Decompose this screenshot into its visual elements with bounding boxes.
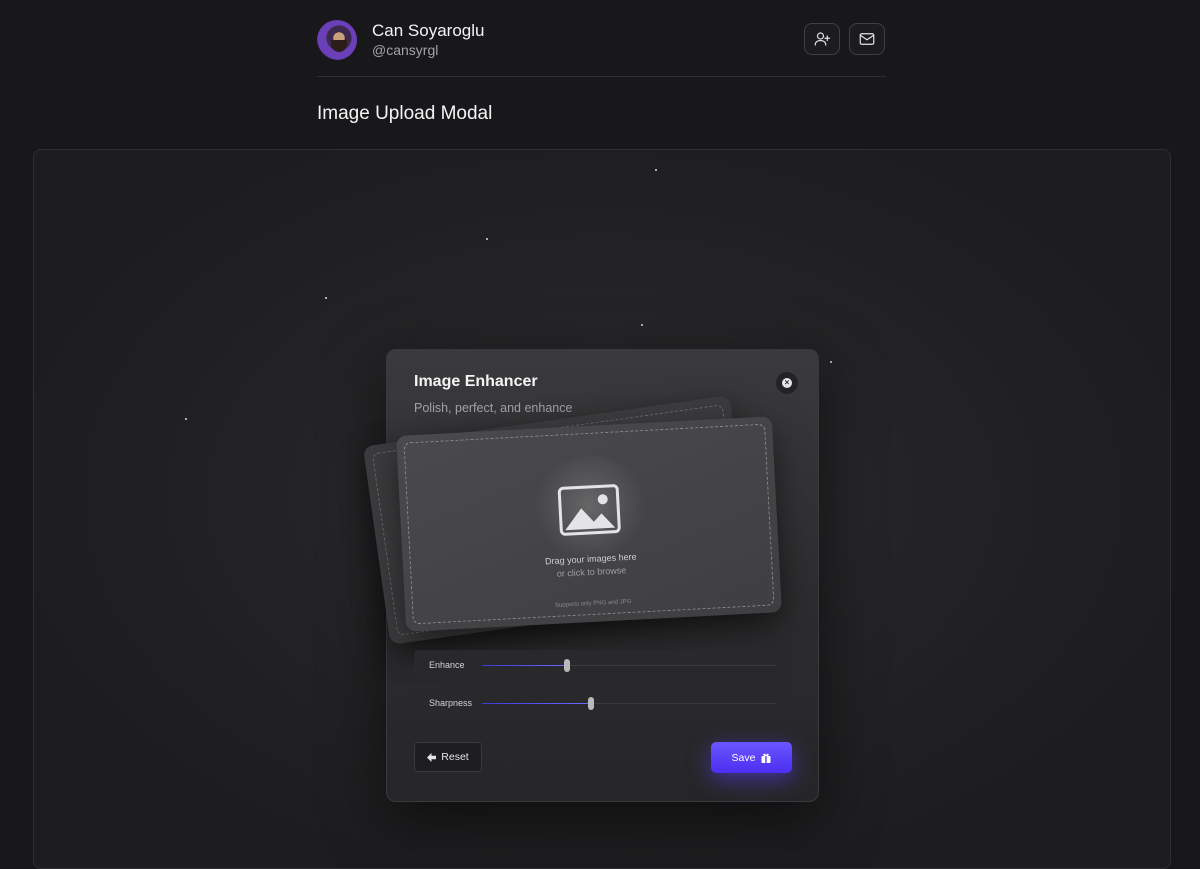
follow-button[interactable] — [804, 23, 840, 55]
star — [830, 361, 832, 363]
gift-icon — [761, 753, 771, 763]
author-header: Can Soyaroglu @cansyrgl — [317, 20, 886, 77]
reset-button[interactable]: Reset — [414, 742, 482, 772]
message-button[interactable] — [849, 23, 885, 55]
preview-stage: Image Enhancer Polish, perfect, and enha… — [33, 149, 1171, 869]
slider-fill — [482, 703, 591, 704]
slider-label: Enhance — [429, 660, 465, 670]
save-button[interactable]: Save — [711, 742, 792, 773]
author-name[interactable]: Can Soyaroglu — [372, 21, 484, 41]
sharpness-slider-row: Sharpness — [414, 688, 792, 719]
avatar[interactable] — [317, 20, 357, 60]
author-handle[interactable]: @cansyrgl — [372, 42, 438, 58]
mail-icon — [859, 33, 875, 45]
image-enhancer-modal: Image Enhancer Polish, perfect, and enha… — [362, 349, 819, 802]
close-circle-icon: × — [782, 378, 792, 388]
close-button[interactable]: × — [776, 372, 798, 394]
star — [486, 238, 488, 240]
sharpness-slider[interactable] — [482, 697, 776, 710]
slider-label: Sharpness — [429, 698, 473, 708]
star — [655, 169, 657, 171]
star — [641, 324, 643, 326]
dropzone[interactable]: Drag your images here or click to browse… — [396, 416, 782, 632]
arrow-left-icon — [427, 752, 437, 762]
reset-label: Reset — [441, 751, 469, 763]
slider-thumb[interactable] — [587, 697, 594, 710]
image-icon — [557, 484, 621, 536]
enhance-slider-row: Enhance — [414, 650, 792, 681]
modal-subtitle: Polish, perfect, and enhance — [414, 401, 573, 415]
slider-fill — [482, 665, 568, 666]
star — [185, 418, 187, 420]
star — [325, 297, 327, 299]
enhance-slider[interactable] — [482, 659, 776, 672]
save-label: Save — [731, 751, 756, 764]
slider-thumb[interactable] — [564, 659, 571, 672]
user-plus-icon — [814, 32, 831, 46]
page-title: Image Upload Modal — [317, 103, 493, 124]
modal-title: Image Enhancer — [414, 373, 538, 390]
